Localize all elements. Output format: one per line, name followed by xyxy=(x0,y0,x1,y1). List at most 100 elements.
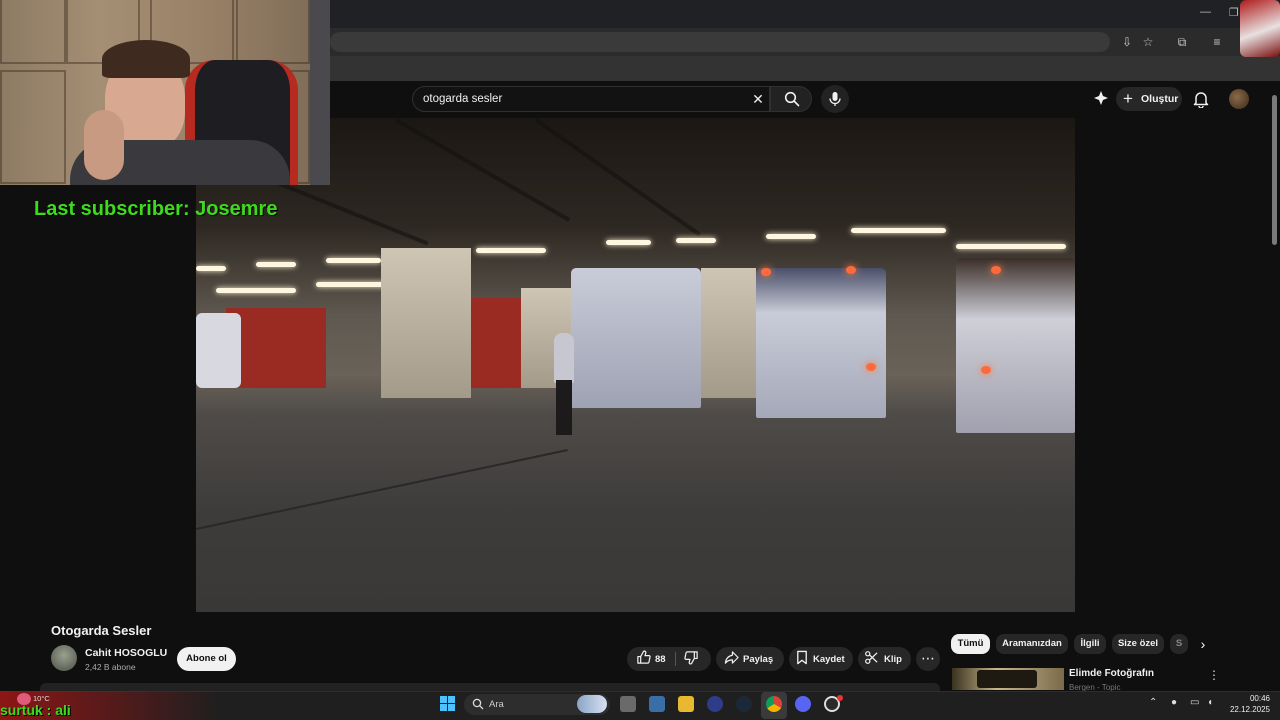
share-button[interactable]: Paylaş xyxy=(716,647,784,671)
chip-from-search[interactable]: Aramanızdan xyxy=(996,634,1068,654)
bus xyxy=(956,258,1075,433)
ceiling-light xyxy=(196,266,226,271)
search-button[interactable] xyxy=(770,86,812,112)
taskbar-search-label: Ara xyxy=(489,699,504,710)
parked-van xyxy=(196,313,241,388)
search-input[interactable] xyxy=(423,92,723,106)
user-avatar[interactable] xyxy=(1229,89,1249,109)
bus-tail-light xyxy=(991,266,1001,274)
bus-tail-light xyxy=(846,266,856,274)
recommendation-title[interactable]: Elimde Fotoğrafın xyxy=(1069,668,1154,679)
tray-network-icon[interactable]: ▭ xyxy=(1190,697,1199,708)
clock-date[interactable]: 22.12.2025 xyxy=(1226,705,1270,714)
chip-for-you[interactable]: Size özel xyxy=(1112,634,1164,654)
bus-tail-light xyxy=(981,366,991,374)
thumbnail-art xyxy=(977,670,1037,688)
chrome-icon[interactable] xyxy=(766,696,782,712)
video-player[interactable] xyxy=(196,118,1075,612)
taskbar-search-icon xyxy=(472,698,484,710)
description-box[interactable] xyxy=(40,683,940,691)
chip-more[interactable]: S xyxy=(1170,634,1188,654)
ceiling-light xyxy=(476,248,546,253)
notification-dot xyxy=(837,695,843,701)
ceiling-light xyxy=(956,244,1066,249)
windows-icon[interactable] xyxy=(440,696,456,712)
tray-chevron-icon[interactable]: ⌃ xyxy=(1149,697,1157,708)
extensions-icon[interactable]: ⧉ xyxy=(1173,33,1191,51)
share-icon xyxy=(724,650,739,670)
webcam-overlay xyxy=(0,0,330,185)
scissors-icon xyxy=(864,650,879,670)
subscribe-button[interactable]: Abone ol xyxy=(177,647,236,671)
notifications-button[interactable] xyxy=(1192,90,1210,109)
recommendation-thumbnail[interactable] xyxy=(952,668,1064,690)
search-icon xyxy=(784,91,800,107)
restore-button[interactable]: ❐ xyxy=(1229,6,1239,19)
like-divider xyxy=(675,652,676,666)
ceiling-beam xyxy=(534,118,701,237)
streamer-hand xyxy=(84,110,124,180)
tray-volume-icon[interactable]: ◖ xyxy=(1207,697,1213,708)
cabinet-panel xyxy=(236,0,310,64)
mic-icon xyxy=(829,92,841,106)
last-subscriber-text: Last subscriber: Josemre xyxy=(34,198,278,220)
more-icon[interactable]: ⋯ xyxy=(916,647,940,671)
chip-related[interactable]: İlgili xyxy=(1074,634,1106,654)
chip-all[interactable]: Tümü xyxy=(951,634,990,654)
like-count[interactable]: 88 xyxy=(655,654,666,665)
dislike-icon[interactable] xyxy=(684,650,699,670)
subscriber-count: 2,42 B abone xyxy=(85,662,136,672)
cabinet-panel xyxy=(0,70,66,184)
clip-button[interactable]: Klip xyxy=(858,647,911,671)
page-scrollbar[interactable] xyxy=(1272,95,1277,245)
person-figure xyxy=(554,333,574,383)
like-dislike-group: 88 xyxy=(627,647,711,671)
bus xyxy=(756,268,886,418)
chevron-right-icon[interactable]: › xyxy=(1194,635,1212,653)
install-app-icon[interactable]: ⇩ xyxy=(1118,33,1136,51)
ceiling-light xyxy=(256,262,296,267)
save-label: Kaydet xyxy=(813,654,845,665)
wall-edge xyxy=(310,0,330,185)
pillar xyxy=(701,268,756,398)
discord-icon[interactable] xyxy=(795,696,811,712)
media-control-icon[interactable]: ≡ xyxy=(1208,33,1226,51)
ceiling-light xyxy=(216,288,296,293)
bookmark-icon xyxy=(795,650,809,670)
red-wall xyxy=(471,298,521,388)
person-legs xyxy=(556,380,572,435)
voice-search-button[interactable] xyxy=(821,85,849,113)
sparkle-icon xyxy=(1094,91,1108,105)
file-explorer-icon[interactable] xyxy=(678,696,694,712)
streamer-hair xyxy=(102,40,190,78)
cabinet-panel xyxy=(0,0,66,64)
clear-search-icon[interactable]: ✕ xyxy=(749,90,767,108)
share-label: Paylaş xyxy=(743,654,774,665)
ceiling-light xyxy=(326,258,381,263)
clock-time[interactable]: 00:46 xyxy=(1240,694,1270,703)
create-button[interactable]: + Oluştur xyxy=(1116,87,1182,111)
like-icon[interactable] xyxy=(636,650,651,670)
steam-icon[interactable] xyxy=(736,696,752,712)
minimize-button[interactable]: — xyxy=(1200,6,1211,18)
floor-line xyxy=(196,449,568,530)
youtube-studio-icon[interactable] xyxy=(1093,90,1109,106)
ceiling-light xyxy=(676,238,716,243)
chat-ticker-text: surtuk : ali xyxy=(0,702,71,718)
app-icon[interactable] xyxy=(707,696,723,712)
pillar xyxy=(381,248,471,398)
bell-icon xyxy=(1193,92,1209,109)
save-button[interactable]: Kaydet xyxy=(789,647,853,671)
channel-avatar[interactable] xyxy=(51,645,77,671)
recommendation-menu-icon[interactable]: ⋮ xyxy=(1208,668,1220,682)
channel-name[interactable]: Cahit HOSOGLU xyxy=(85,647,167,659)
video-title: Otogarda Sesler xyxy=(51,623,152,638)
calculator-icon[interactable] xyxy=(649,696,665,712)
bus-tail-light xyxy=(866,363,876,371)
tray-mic-icon[interactable]: ● xyxy=(1171,697,1177,708)
bookmark-star-icon[interactable]: ☆ xyxy=(1139,33,1157,51)
create-label: Oluştur xyxy=(1141,93,1179,105)
task-view-icon[interactable] xyxy=(620,696,636,712)
red-wall xyxy=(226,308,326,388)
address-bar[interactable] xyxy=(330,32,1110,52)
